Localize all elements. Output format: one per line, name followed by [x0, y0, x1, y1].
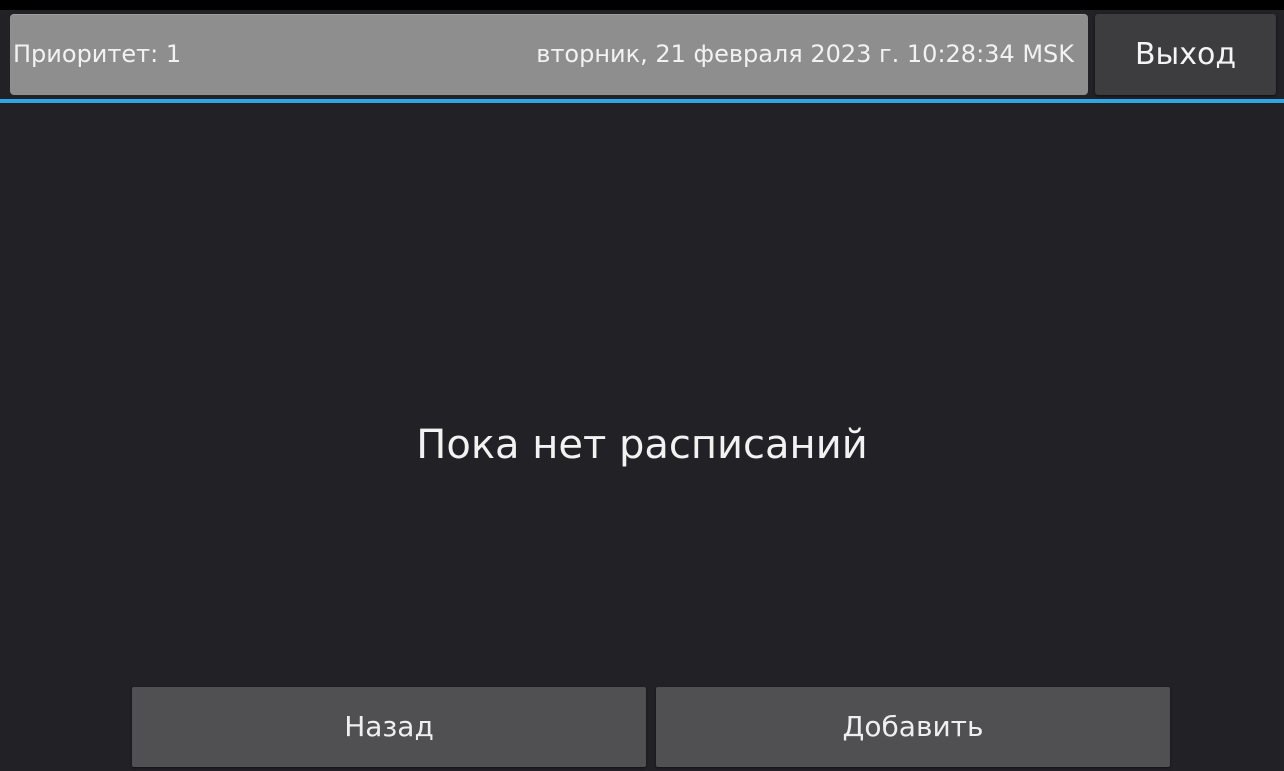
header-divider — [0, 99, 1284, 103]
top-border — [0, 0, 1284, 10]
schedule-screen: Приоритет: 1 вторник, 21 февраля 2023 г.… — [0, 0, 1284, 771]
datetime-label: вторник, 21 февраля 2023 г. 10:28:34 MSK — [536, 40, 1074, 68]
add-schedule-button[interactable]: Добавить — [656, 687, 1170, 767]
exit-button[interactable]: Выход — [1095, 14, 1276, 95]
empty-state-message: Пока нет расписаний — [416, 422, 868, 468]
status-bar: Приоритет: 1 вторник, 21 февраля 2023 г.… — [10, 14, 1088, 95]
priority-label: Приоритет: 1 — [13, 40, 182, 68]
back-button[interactable]: Назад — [132, 687, 646, 767]
